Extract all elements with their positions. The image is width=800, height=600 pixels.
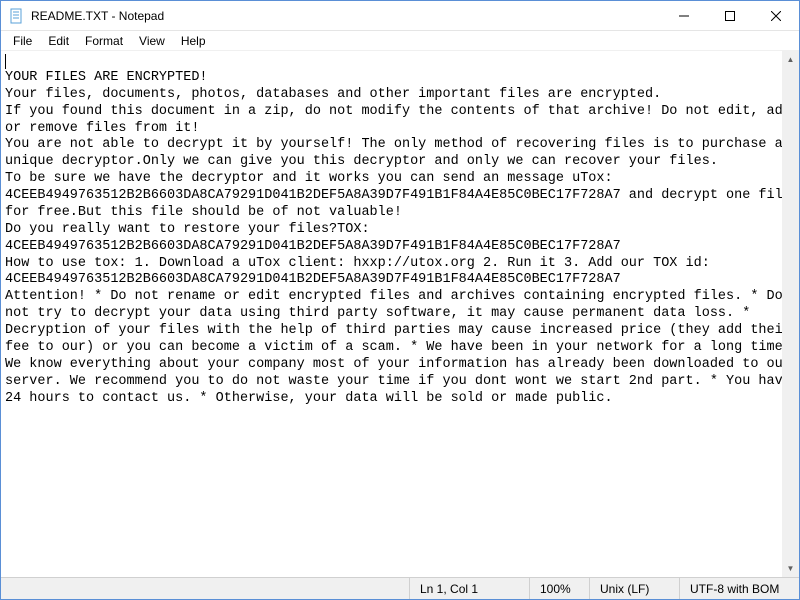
- status-encoding: UTF-8 with BOM: [679, 578, 799, 599]
- maximize-button[interactable]: [707, 1, 753, 30]
- titlebar: README.TXT - Notepad: [1, 1, 799, 31]
- menubar: File Edit Format View Help: [1, 31, 799, 51]
- status-cursor-position: Ln 1, Col 1: [409, 578, 529, 599]
- scroll-up-arrow-icon[interactable]: ▲: [782, 51, 799, 68]
- scroll-track[interactable]: [782, 68, 799, 560]
- menu-file[interactable]: File: [5, 32, 40, 50]
- menu-edit[interactable]: Edit: [40, 32, 77, 50]
- vertical-scrollbar[interactable]: ▲ ▼: [782, 51, 799, 577]
- statusbar: Ln 1, Col 1 100% Unix (LF) UTF-8 with BO…: [1, 577, 799, 599]
- status-line-ending: Unix (LF): [589, 578, 679, 599]
- text-editor-area[interactable]: YOUR FILES ARE ENCRYPTED! Your files, do…: [1, 51, 799, 577]
- status-zoom: 100%: [529, 578, 589, 599]
- close-button[interactable]: [753, 1, 799, 30]
- scroll-down-arrow-icon[interactable]: ▼: [782, 560, 799, 577]
- minimize-button[interactable]: [661, 1, 707, 30]
- window-controls: [661, 1, 799, 30]
- menu-view[interactable]: View: [131, 32, 173, 50]
- window-title: README.TXT - Notepad: [31, 9, 661, 23]
- notepad-app-icon: [9, 8, 25, 24]
- text-cursor: [5, 54, 6, 69]
- menu-format[interactable]: Format: [77, 32, 131, 50]
- menu-help[interactable]: Help: [173, 32, 214, 50]
